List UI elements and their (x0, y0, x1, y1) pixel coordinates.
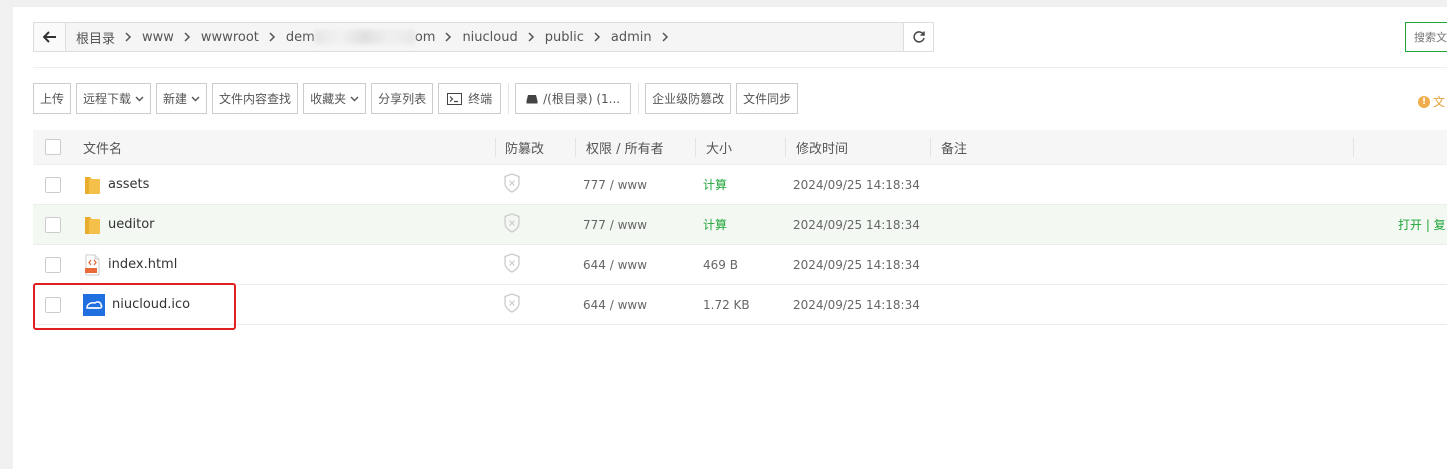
perm-owner[interactable]: 644 / www (583, 298, 647, 312)
column-separator (575, 138, 576, 157)
content-search-button[interactable]: 文件内容查找 (212, 83, 299, 114)
share-list-button[interactable]: 分享列表 (371, 83, 434, 114)
chevron-down-icon (350, 96, 359, 102)
table-row[interactable]: niucloud.ico 644 / www 1.72 KB 2024/09/2… (33, 285, 1447, 325)
header-note: 备注 (941, 141, 968, 157)
row-checkbox[interactable] (45, 216, 61, 233)
perm-owner[interactable]: 777 / www (583, 178, 647, 192)
file-table: 文件名 防篡改 权限 / 所有者 大小 修改时间 备注 assets 777 /… (33, 130, 1447, 325)
shield-off-icon (504, 213, 520, 233)
breadcrumb: 根目录 www wwwroot dem om niucloud public ad… (66, 23, 933, 51)
protect-toggle[interactable] (503, 293, 521, 316)
column-separator (930, 138, 931, 157)
mtime: 2024/09/25 14:18:34 (793, 257, 920, 272)
blurred-text (314, 30, 415, 44)
info-icon: ! (1418, 95, 1430, 108)
terminal-icon (447, 92, 463, 105)
file-sync-button[interactable]: 文件同步 (736, 83, 799, 114)
calc-size-link[interactable]: 计算 (703, 216, 727, 233)
table-row[interactable]: ueditor 777 / www 计算 2024/09/25 14:18:34… (33, 205, 1447, 245)
table-row[interactable]: index.html 644 / www 469 B 2024/09/25 14… (33, 245, 1447, 285)
header-name[interactable]: 文件名 (83, 138, 122, 157)
select-all-checkbox[interactable] (45, 139, 61, 155)
path-bar: 根目录 www wwwroot dem om niucloud public ad… (33, 22, 934, 52)
perm-owner[interactable]: 644 / www (583, 258, 647, 272)
file-name[interactable]: ueditor (108, 217, 155, 232)
tip-link[interactable]: ! 文 (1418, 93, 1445, 110)
file-name[interactable]: niucloud.ico (112, 297, 190, 312)
header-mtime[interactable]: 修改时间 (796, 138, 848, 157)
html-file-icon (85, 254, 100, 275)
mtime: 2024/09/25 14:18:34 (793, 297, 920, 312)
folder-icon (85, 216, 100, 234)
table-row[interactable]: assets 777 / www 计算 2024/09/25 14:18:34 (33, 165, 1447, 205)
table-header: 文件名 防篡改 权限 / 所有者 大小 修改时间 备注 (33, 130, 1447, 165)
chevron-right-icon (125, 32, 132, 42)
chevron-right-icon (594, 32, 601, 42)
back-button[interactable] (34, 23, 66, 51)
file-name[interactable]: assets (108, 177, 149, 192)
disk-button[interactable]: /(根目录) (1... (515, 83, 632, 114)
enterprise-protect-button[interactable]: 企业级防篡改 (645, 83, 732, 114)
remote-download-button[interactable]: 远程下载 (76, 83, 152, 114)
header-perm[interactable]: 权限 / 所有者 (586, 138, 664, 157)
row-checkbox[interactable] (45, 176, 61, 193)
mtime: 2024/09/25 14:18:34 (793, 217, 920, 232)
file-size: 469 B (703, 257, 738, 272)
new-button[interactable]: 新建 (156, 83, 208, 114)
folder-icon (85, 176, 100, 194)
protect-toggle[interactable] (503, 253, 521, 276)
crumb-public[interactable]: public (545, 23, 584, 51)
header-size[interactable]: 大小 (706, 138, 732, 157)
chevron-right-icon (528, 32, 535, 42)
file-size: 1.72 KB (703, 297, 750, 312)
niucloud-logo-icon (83, 293, 105, 316)
file-name[interactable]: index.html (108, 257, 177, 272)
arrow-left-icon (42, 31, 56, 43)
crumb-wwwroot[interactable]: wwwroot (201, 23, 259, 51)
crumb-root[interactable]: 根目录 (76, 23, 115, 51)
file-manager-panel: 根目录 www wwwroot dem om niucloud public ad… (13, 7, 1447, 469)
crumb-niucloud[interactable]: niucloud (462, 23, 517, 51)
perm-owner[interactable]: 777 / www (583, 218, 647, 232)
chevron-down-icon (191, 96, 200, 102)
header-protect[interactable]: 防篡改 (505, 138, 544, 157)
crumb-admin[interactable]: admin (611, 23, 652, 51)
row-checkbox[interactable] (45, 296, 61, 313)
divider (33, 67, 1447, 68)
protect-toggle[interactable] (503, 213, 521, 236)
chevron-down-icon (135, 96, 144, 102)
shield-off-icon (504, 293, 520, 313)
row-actions[interactable]: 打开 | 复 (1398, 216, 1446, 233)
column-separator (1353, 138, 1354, 157)
toolbar-separator (638, 83, 640, 114)
toolbar: 上传 远程下载 新建 文件内容查找 收藏夹 分享列表 终端 /(根目录) (1.… (33, 83, 803, 114)
column-separator (785, 138, 786, 157)
upload-button[interactable]: 上传 (33, 83, 72, 114)
row-checkbox[interactable] (45, 256, 61, 273)
toolbar-separator (508, 83, 510, 114)
chevron-right-icon (184, 32, 191, 42)
disk-icon (526, 94, 538, 103)
refresh-button[interactable] (903, 22, 934, 52)
shield-off-icon (504, 173, 520, 193)
mtime: 2024/09/25 14:18:34 (793, 177, 920, 192)
refresh-icon (912, 31, 925, 43)
column-separator (495, 138, 496, 157)
crumb-www[interactable]: www (142, 23, 174, 51)
column-separator (695, 138, 696, 157)
chevron-right-icon (269, 32, 276, 42)
shield-off-icon (504, 253, 520, 273)
favorites-button[interactable]: 收藏夹 (303, 83, 367, 114)
terminal-button[interactable]: 终端 (438, 83, 502, 114)
crumb-domain[interactable]: dem om (286, 23, 436, 51)
chevron-right-icon (662, 32, 669, 42)
protect-toggle[interactable] (503, 173, 521, 196)
search-input[interactable] (1405, 22, 1447, 52)
chevron-right-icon (445, 32, 452, 42)
calc-size-link[interactable]: 计算 (703, 176, 727, 193)
